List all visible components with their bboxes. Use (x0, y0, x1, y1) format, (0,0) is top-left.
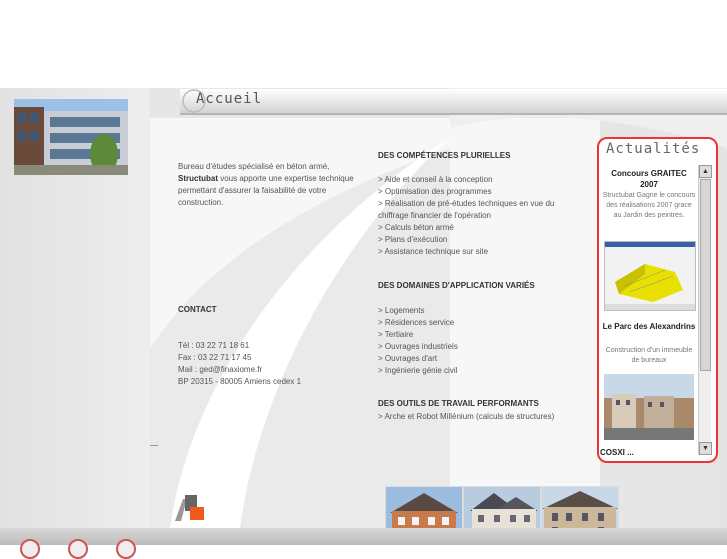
news-building-photo[interactable] (604, 374, 694, 440)
contact-tel: Tél : 03 22 71 18 61 (178, 341, 250, 350)
news-software-screenshot[interactable] (604, 241, 696, 311)
competences-list: > Aide et conseil à la conception > Opti… (378, 174, 568, 258)
list-item: > Logements (378, 306, 425, 315)
building-photo (14, 99, 128, 175)
list-item: > Optimisation des programmes (378, 187, 492, 196)
bottom-bar (0, 528, 727, 545)
list-item: > Ouvrages industriels (378, 342, 458, 351)
header-bar (180, 89, 727, 115)
list-item: > Calculs béton armé (378, 223, 454, 232)
page-title: Accueil (196, 91, 263, 107)
domaines-title: DES DOMAINES D'APPLICATION VARIÉS (378, 281, 535, 290)
news-scrollbar[interactable]: ▲ ▼ (698, 165, 712, 455)
scroll-up-button[interactable]: ▲ (699, 165, 712, 178)
news-item-text: Construction d'un immeuble de bureaux (605, 347, 693, 364)
news-title: Actualités (606, 141, 701, 157)
list-item: > Assistance technique sur site (378, 247, 489, 256)
list-item: > Tertiaire (378, 330, 414, 339)
footer-round-icon[interactable] (20, 539, 40, 559)
contact-info: Tél : 03 22 71 18 61 Fax : 03 22 71 17 4… (178, 340, 378, 388)
intro-line1: Bureau d'études spécialisé en béton armé… (178, 162, 330, 171)
list-item: > Résidences service (378, 318, 455, 327)
news-item-text: Structubat Gagne le concours des réalisa… (602, 192, 696, 219)
company-logo (175, 495, 204, 521)
domaines-list: > Logements > Résidences service > Terti… (378, 305, 568, 377)
list-item: > Aide et conseil à la conception (378, 175, 493, 184)
footer-round-icon[interactable] (68, 539, 88, 559)
outils-list: > Arche et Robot Millénium (calculs de s… (378, 411, 598, 423)
footer-round-icon[interactable] (116, 539, 136, 559)
news-item-title[interactable]: Concours GRAITEC 2007 (602, 168, 696, 190)
competences-title: DES COMPÉTENCES PLURIELLES (378, 151, 511, 160)
news-item-title[interactable]: Le Parc des Alexandrins (602, 321, 696, 332)
outils-title: DES OUTILS DE TRAVAIL PERFORMANTS (378, 399, 539, 408)
intro-text: Bureau d'études spécialisé en béton armé… (178, 161, 368, 209)
scroll-down-button[interactable]: ▼ (699, 442, 712, 455)
news-item-title[interactable]: COSXI ... (600, 448, 694, 458)
contact-address: BP 20315 - 80005 Amiens cedex 1 (178, 377, 302, 386)
brand-name: Structubat (178, 174, 218, 183)
contact-fax: Fax : 03 22 71 17 45 (178, 353, 252, 362)
list-item: > Plans d'exécution (378, 235, 448, 244)
list-item: > Ingénierie génie civil (378, 366, 458, 375)
contact-mail[interactable]: Mail : ged@finaxiome.fr (178, 364, 378, 376)
divider (150, 445, 158, 446)
contact-title: CONTACT (178, 305, 217, 314)
list-item: > Ouvrages d'art (378, 354, 438, 363)
scrollbar-thumb[interactable] (700, 179, 711, 371)
list-item: > Réalisation de pré-études techniques e… (378, 199, 555, 220)
list-item: > Arche et Robot Millénium (calculs de s… (378, 412, 555, 421)
